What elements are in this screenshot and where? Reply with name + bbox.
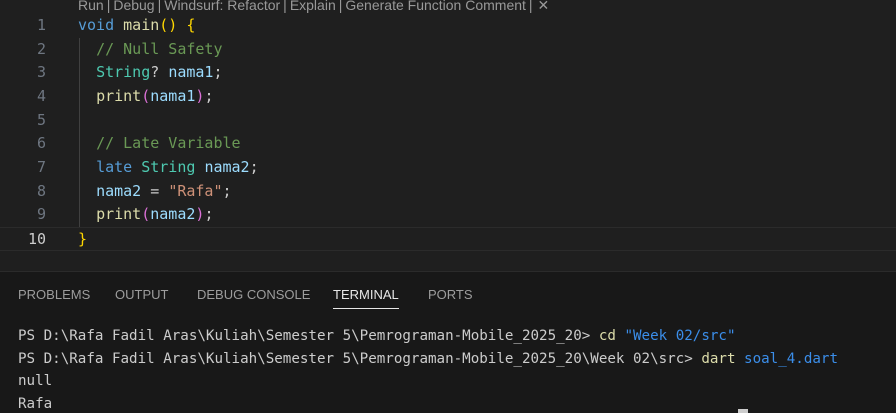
code-token: print [96,205,142,224]
line-number: 4 [36,86,46,105]
codelens-run[interactable]: Run [78,0,104,13]
tab-problems[interactable]: PROBLEMS [18,272,90,318]
codelens-debug[interactable]: Debug [113,0,154,13]
code-token: // Late Variable [96,134,241,153]
code-line[interactable]: 8 nama2 = "Rafa"; [0,180,896,204]
codelens-separator: | [283,0,287,13]
codelens-explain[interactable]: Explain [290,0,336,13]
code-line[interactable]: 3 String? nama1; [0,61,896,85]
code-token: ; [222,181,232,200]
code-line[interactable]: 10} [0,226,896,252]
code-token: ; [204,86,214,105]
code-token: main [123,16,160,34]
code-line[interactable]: 1 void main() { [0,14,896,38]
code-line[interactable]: 6 // Late Variable [0,132,896,156]
code-token: = [141,181,169,200]
code-token: void [78,16,115,34]
close-icon[interactable]: ✕ [538,0,550,13]
code-token: () [159,16,178,34]
code-line[interactable]: 2 // Null Safety [0,38,896,62]
code-token: ( [141,205,151,224]
terminal-prompt: PS D:\Rafa Fadil Aras\Kuliah\Semester 5\… [18,350,702,367]
tab-output[interactable]: OUTPUT [115,272,168,318]
code-text: nama2 = "Rafa"; [78,180,232,204]
codelens-separator: | [106,0,111,13]
code-token: nama2 [96,181,142,200]
line-number: 2 [36,39,46,58]
terminal-output-line: null [18,373,53,389]
code-text: late String nama2; [78,156,259,180]
tab-ports[interactable]: PORTS [428,272,473,318]
line-number: 7 [36,157,46,176]
code-text: // Null Safety [78,38,223,62]
code-token: ; [213,63,223,82]
code-token: nama2 [204,157,250,176]
code-text: // Late Variable [78,132,241,156]
code-text: String? nama1; [78,61,223,85]
codelens-separator: | [338,0,343,13]
codelens-separator: | [157,0,162,13]
bottom-panel: PROBLEMS OUTPUT DEBUG CONSOLE TERMINAL P… [0,271,896,413]
line-number: 10 [27,229,46,248]
code-editor[interactable]: Run | Debug | Windsurf: Refactor | Explain | Gen… [0,0,896,268]
code-line[interactable]: 4 print(nama1); [0,85,896,109]
codelens-bar: Run | Debug | Windsurf: Refactor | Explain | Gen… [78,0,549,15]
line-number: 9 [36,205,46,224]
terminal-argument: soal_4.dart [735,350,838,367]
code-text: void main() { [78,14,195,38]
codelens-windsurf-refactor[interactable]: Windsurf: Refactor [164,0,280,13]
code-line[interactable]: 5 [0,109,896,133]
panel-tabs: PROBLEMS OUTPUT DEBUG CONSOLE TERMINAL P… [0,272,896,318]
code-text: print(nama2); [78,203,213,227]
line-number: 6 [36,134,46,153]
terminal-cursor [738,409,748,413]
line-number: 5 [36,110,46,129]
terminal-command: cd [598,328,616,344]
terminal-line: PS D:\Rafa Fadil Aras\Kuliah\Semester 5\… [18,325,888,348]
code-token: print [96,86,142,105]
code-text: print(nama1); [78,85,213,109]
code-token: { [186,16,196,34]
code-lines[interactable]: 1 void main() {2 // Null Safety 3 String? … [0,14,896,251]
codelens-separator: | [528,0,533,13]
line-number: 3 [36,63,46,82]
terminal-prompt: PS D:\Rafa Fadil Aras\Kuliah\Semester 5\… [18,328,599,344]
code-token: ? [150,63,169,82]
line-number: 1 [36,16,46,34]
terminal-line: PS D:\Rafa Fadil Aras\Kuliah\Semester 5\… [18,348,888,371]
code-token: ; [249,157,259,176]
code-token: nama1 [168,63,214,82]
code-token: String [141,157,196,176]
code-token: } [78,229,88,248]
code-line[interactable]: 7 late String nama2; [0,156,896,180]
code-token: late [96,157,133,176]
code-token: String [96,63,151,82]
line-number: 8 [36,181,46,200]
tab-debug-console[interactable]: DEBUG CONSOLE [197,272,310,318]
code-line[interactable]: 9 print(nama2); [0,203,896,227]
code-token: nama1 [150,86,196,105]
code-token: ( [141,86,151,105]
tab-terminal[interactable]: TERMINAL [333,272,399,318]
code-token: ; [204,205,214,224]
code-token: // Null Safety [96,39,223,58]
code-text: } [78,228,87,252]
code-token: nama2 [150,205,196,224]
terminal-output[interactable]: PS D:\Rafa Fadil Aras\Kuliah\Semester 5\… [18,325,888,413]
codelens-generate-function-comment[interactable]: Generate Function Comment [345,0,526,13]
terminal-argument: "Week 02/src" [615,328,736,344]
code-token: "Rafa" [168,181,223,200]
terminal-output-line: Rafa [18,395,53,412]
terminal-command: dart [701,350,736,367]
